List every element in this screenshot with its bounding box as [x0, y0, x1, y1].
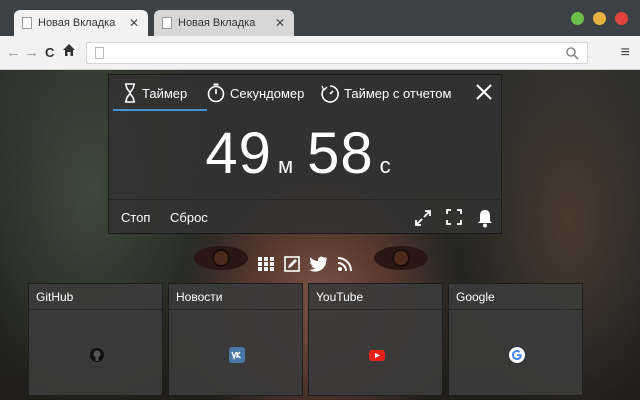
- background-detail: [194, 246, 248, 270]
- expand-icon[interactable]: [413, 208, 433, 228]
- menu-button[interactable]: ≡: [621, 44, 630, 62]
- tab-label: Новая Вкладка: [38, 17, 116, 29]
- back-button[interactable]: ←: [6, 44, 21, 62]
- vk-icon: [229, 347, 245, 363]
- home-icon: [63, 44, 75, 56]
- timer-seconds-unit: с: [379, 153, 391, 178]
- background-detail: [374, 246, 428, 270]
- timer-minutes: 49: [205, 121, 272, 186]
- fullscreen-icon[interactable]: [445, 208, 463, 226]
- page-icon: [162, 17, 172, 29]
- countdown-icon: [321, 85, 339, 103]
- stop-button[interactable]: Стоп: [121, 210, 150, 225]
- tab-timer[interactable]: Таймер: [123, 83, 187, 103]
- twitter-icon[interactable]: [308, 256, 328, 277]
- reload-button[interactable]: C: [45, 44, 54, 62]
- tile-title: GitHub: [29, 284, 162, 310]
- timer-panel: Таймер Секундомер Таймер с отчетом 49 м 58…: [108, 74, 502, 234]
- tab-label: Новая Вкладка: [178, 17, 256, 29]
- search-icon[interactable]: [566, 47, 579, 60]
- tile-title: Google: [449, 284, 582, 310]
- speed-dial-tile[interactable]: GitHub: [28, 283, 163, 396]
- address-bar[interactable]: [86, 42, 588, 64]
- active-tab-indicator: [113, 109, 207, 111]
- tab-countdown-label: Таймер с отчетом: [344, 85, 452, 101]
- bell-icon[interactable]: [476, 208, 494, 228]
- tile-title: Новости: [169, 284, 302, 310]
- tab-countdown[interactable]: Таймер с отчетом: [321, 83, 451, 103]
- page-icon: [95, 47, 104, 59]
- reset-button[interactable]: Сброс: [170, 210, 208, 225]
- grid-icon[interactable]: [258, 256, 274, 277]
- tile-title: YouTube: [309, 284, 442, 310]
- edit-icon[interactable]: [284, 256, 300, 277]
- forward-button[interactable]: →: [24, 44, 39, 62]
- speed-dial-tile[interactable]: Google: [448, 283, 583, 396]
- tab-stopwatch[interactable]: Секундомер: [207, 83, 304, 103]
- timer-tab-bar: Таймер Секундомер Таймер с отчетом: [109, 75, 501, 111]
- browser-tab-active[interactable]: Новая Вкладка ✕: [14, 10, 148, 36]
- youtube-icon: [369, 350, 385, 361]
- page-icon: [22, 17, 32, 29]
- tab-close-icon[interactable]: ✕: [274, 16, 286, 30]
- timer-minutes-unit: м: [277, 153, 294, 178]
- rss-icon[interactable]: [337, 256, 353, 277]
- stopwatch-icon: [207, 83, 225, 103]
- timer-seconds: 58: [307, 121, 374, 186]
- browser-titlebar: Новая Вкладка ✕ Новая Вкладка ✕: [0, 0, 640, 36]
- close-icon[interactable]: [475, 83, 493, 101]
- speed-dial-tile[interactable]: Новости: [168, 283, 303, 396]
- google-icon: [509, 347, 525, 363]
- github-icon: [90, 348, 104, 362]
- timer-display: 49 м 58 с: [109, 123, 501, 185]
- speed-dial-tile[interactable]: YouTube: [308, 283, 443, 396]
- window-minimize-button[interactable]: [593, 12, 606, 25]
- window-maximize-button[interactable]: [571, 12, 584, 25]
- browser-tab-inactive[interactable]: Новая Вкладка ✕: [154, 10, 294, 36]
- browser-toolbar: ← → C ≡: [0, 36, 640, 70]
- window-close-button[interactable]: [615, 12, 628, 25]
- home-button[interactable]: [62, 43, 76, 62]
- tab-stopwatch-label: Секундомер: [230, 85, 305, 101]
- tab-close-icon[interactable]: ✕: [128, 16, 140, 30]
- tab-timer-label: Таймер: [142, 85, 188, 101]
- timer-controls: Стоп Сброс: [109, 199, 501, 236]
- hourglass-icon: [125, 83, 135, 103]
